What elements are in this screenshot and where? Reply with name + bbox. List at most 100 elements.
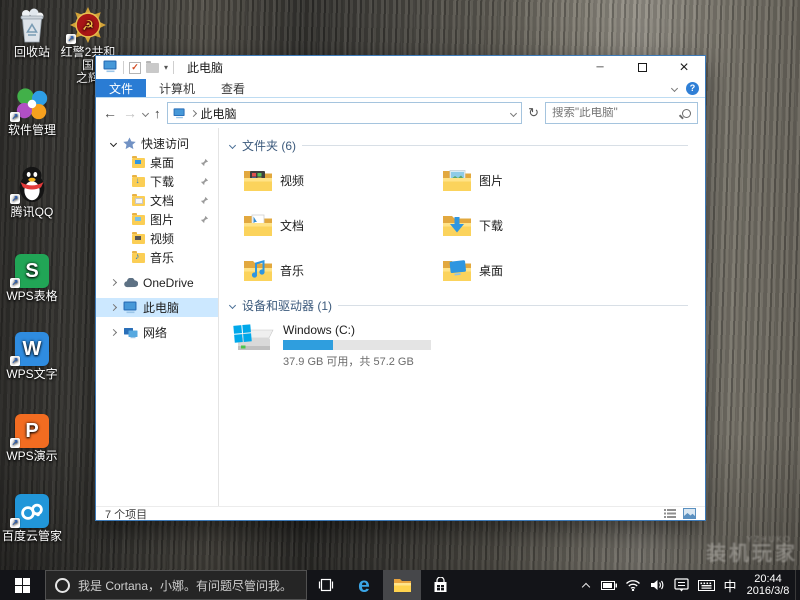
search-box[interactable] bbox=[545, 102, 698, 124]
properties-check-icon[interactable] bbox=[129, 62, 141, 74]
chevron-right-icon[interactable] bbox=[109, 329, 116, 336]
quick-access-toolbar-dropdown-icon[interactable]: ▾ bbox=[164, 63, 168, 72]
sidebar-item-this-pc[interactable]: 此电脑 bbox=[96, 298, 218, 317]
folder-tile-downloads[interactable]: 下载 bbox=[442, 203, 641, 248]
group-rule bbox=[338, 305, 688, 306]
up-icon[interactable]: ↑ bbox=[154, 106, 161, 121]
search-input[interactable] bbox=[552, 107, 682, 119]
task-view-button[interactable] bbox=[307, 570, 345, 600]
chevron-right-icon[interactable] bbox=[109, 304, 116, 311]
pictures-folder-icon bbox=[132, 215, 145, 225]
tray-time: 20:44 bbox=[741, 573, 795, 585]
sidebar-item-network[interactable]: 网络 bbox=[96, 323, 218, 342]
taskbar: 我是 Cortana，小娜。有问题尽管问我。 e bbox=[0, 570, 800, 600]
folder-tile-videos[interactable]: 视频 bbox=[243, 158, 442, 203]
chevron-down-icon[interactable] bbox=[109, 140, 116, 147]
wifi-button[interactable] bbox=[621, 570, 645, 600]
desktop-icon-software-manager[interactable]: 软件管理 bbox=[1, 84, 63, 137]
breadcrumb[interactable]: 此电脑 bbox=[167, 102, 523, 124]
tab-file[interactable]: 文件 bbox=[96, 79, 146, 97]
wps-sheets-icon: S bbox=[1, 250, 63, 288]
store-button[interactable] bbox=[421, 570, 459, 600]
refresh-icon[interactable]: ↻ bbox=[528, 105, 539, 121]
sidebar-item-quick-access[interactable]: 快速访问 bbox=[96, 134, 218, 153]
ime-indicator[interactable]: 中 bbox=[719, 570, 741, 600]
watermark: YZHUKO 装机玩家 bbox=[706, 535, 798, 564]
sidebar-item-onedrive[interactable]: OneDrive bbox=[96, 273, 218, 292]
tab-view[interactable]: 查看 bbox=[208, 79, 258, 97]
sidebar-item-documents[interactable]: 文档 bbox=[96, 191, 218, 210]
group-header-devices[interactable]: 设备和驱动器 (1) bbox=[219, 297, 705, 314]
ribbon-collapse-icon[interactable] bbox=[671, 84, 678, 91]
file-explorer-icon bbox=[393, 577, 412, 593]
tray-expand-button[interactable] bbox=[575, 570, 597, 600]
volume-button[interactable] bbox=[645, 570, 669, 600]
search-icon[interactable] bbox=[682, 109, 691, 118]
file-list-pane: 文件夹 (6) 视频 bbox=[219, 128, 705, 506]
breadcrumb-location[interactable]: 此电脑 bbox=[201, 105, 237, 122]
action-center-button[interactable] bbox=[669, 570, 693, 600]
file-explorer-button[interactable] bbox=[383, 570, 421, 600]
desktop-folder-icon bbox=[132, 158, 145, 168]
recent-locations-icon[interactable] bbox=[142, 109, 149, 116]
drive-capacity-bar bbox=[283, 340, 431, 350]
quick-access-star-icon bbox=[123, 137, 136, 150]
drive-tile-windows-c[interactable]: Windows (C:) 37.9 GB 可用，共 57.2 GB bbox=[233, 322, 705, 369]
address-dropdown-icon[interactable] bbox=[510, 109, 517, 116]
title-bar[interactable]: ▾ 此电脑 ─ × bbox=[96, 56, 705, 79]
folder-tile-desktop[interactable]: 桌面 bbox=[442, 248, 641, 293]
desktop-icon-wps-presentation[interactable]: P WPS演示 bbox=[1, 410, 63, 463]
edge-button[interactable]: e bbox=[345, 570, 383, 600]
folder-tile-documents[interactable]: 文档 bbox=[243, 203, 442, 248]
battery-button[interactable] bbox=[597, 570, 621, 600]
back-icon[interactable]: ← bbox=[103, 106, 117, 120]
group-collapse-icon[interactable] bbox=[229, 142, 236, 149]
group-header-folders[interactable]: 文件夹 (6) bbox=[219, 137, 705, 154]
downloads-folder-icon bbox=[442, 213, 472, 239]
desktop-icon-recycle-bin[interactable]: 回收站 bbox=[1, 6, 63, 59]
clock[interactable]: 20:44 2016/3/8 bbox=[741, 570, 795, 600]
folder-tile-music[interactable]: 音乐 bbox=[243, 248, 442, 293]
chevron-up-icon bbox=[582, 582, 590, 590]
drive-capacity-fill bbox=[283, 340, 333, 350]
sidebar-item-videos[interactable]: 视频 bbox=[96, 229, 218, 248]
action-center-icon bbox=[674, 578, 689, 592]
shortcut-arrow-icon bbox=[10, 112, 20, 122]
system-tray: 中 20:44 2016/3/8 bbox=[575, 570, 800, 600]
sidebar-item-music[interactable]: 音乐 bbox=[96, 248, 218, 267]
thumbnail-view-icon[interactable] bbox=[683, 508, 696, 519]
close-button[interactable]: × bbox=[663, 56, 705, 79]
sidebar-item-downloads[interactable]: 下载 bbox=[96, 172, 218, 191]
qq-penguin-icon bbox=[1, 166, 63, 204]
minimize-button[interactable]: ─ bbox=[579, 56, 621, 79]
desktop-icon-tencent-qq[interactable]: 腾讯QQ bbox=[1, 166, 63, 219]
chevron-right-icon[interactable] bbox=[109, 279, 116, 286]
maximize-button[interactable] bbox=[621, 56, 663, 79]
folder-tile-pictures[interactable]: 图片 bbox=[442, 158, 641, 203]
desktop-icon-label: 腾讯QQ bbox=[1, 206, 63, 219]
touch-keyboard-button[interactable] bbox=[693, 570, 719, 600]
show-desktop-button[interactable] bbox=[795, 570, 800, 600]
pin-icon bbox=[200, 196, 209, 205]
navigation-pane: 快速访问 桌面 下载 文档 图片 bbox=[96, 128, 219, 506]
desktop-icon-wps-writer[interactable]: W WPS文字 bbox=[1, 328, 63, 381]
desktop-icon-label: 软件管理 bbox=[1, 124, 63, 137]
help-icon[interactable]: ? bbox=[686, 82, 699, 95]
new-folder-icon[interactable] bbox=[146, 63, 159, 73]
sidebar-item-desktop[interactable]: 桌面 bbox=[96, 153, 218, 172]
shortcut-arrow-icon bbox=[66, 34, 76, 44]
baidu-cloud-icon bbox=[1, 490, 63, 528]
drive-name: Windows (C:) bbox=[283, 323, 431, 337]
documents-folder-icon bbox=[243, 213, 273, 239]
tab-computer[interactable]: 计算机 bbox=[146, 79, 208, 97]
windows-logo-icon bbox=[15, 578, 30, 593]
cortana-search-box[interactable]: 我是 Cortana，小娜。有问题尽管问我。 bbox=[45, 570, 307, 600]
group-collapse-icon[interactable] bbox=[229, 302, 236, 309]
details-view-icon[interactable] bbox=[664, 508, 676, 519]
status-bar: 7 个项目 bbox=[96, 506, 705, 520]
start-button[interactable] bbox=[0, 570, 45, 600]
desktop-icon-wps-sheets[interactable]: S WPS表格 bbox=[1, 250, 63, 303]
tray-date: 2016/3/8 bbox=[741, 585, 795, 597]
desktop-icon-baidu-cloud[interactable]: 百度云管家 bbox=[1, 490, 63, 543]
sidebar-item-pictures[interactable]: 图片 bbox=[96, 210, 218, 229]
